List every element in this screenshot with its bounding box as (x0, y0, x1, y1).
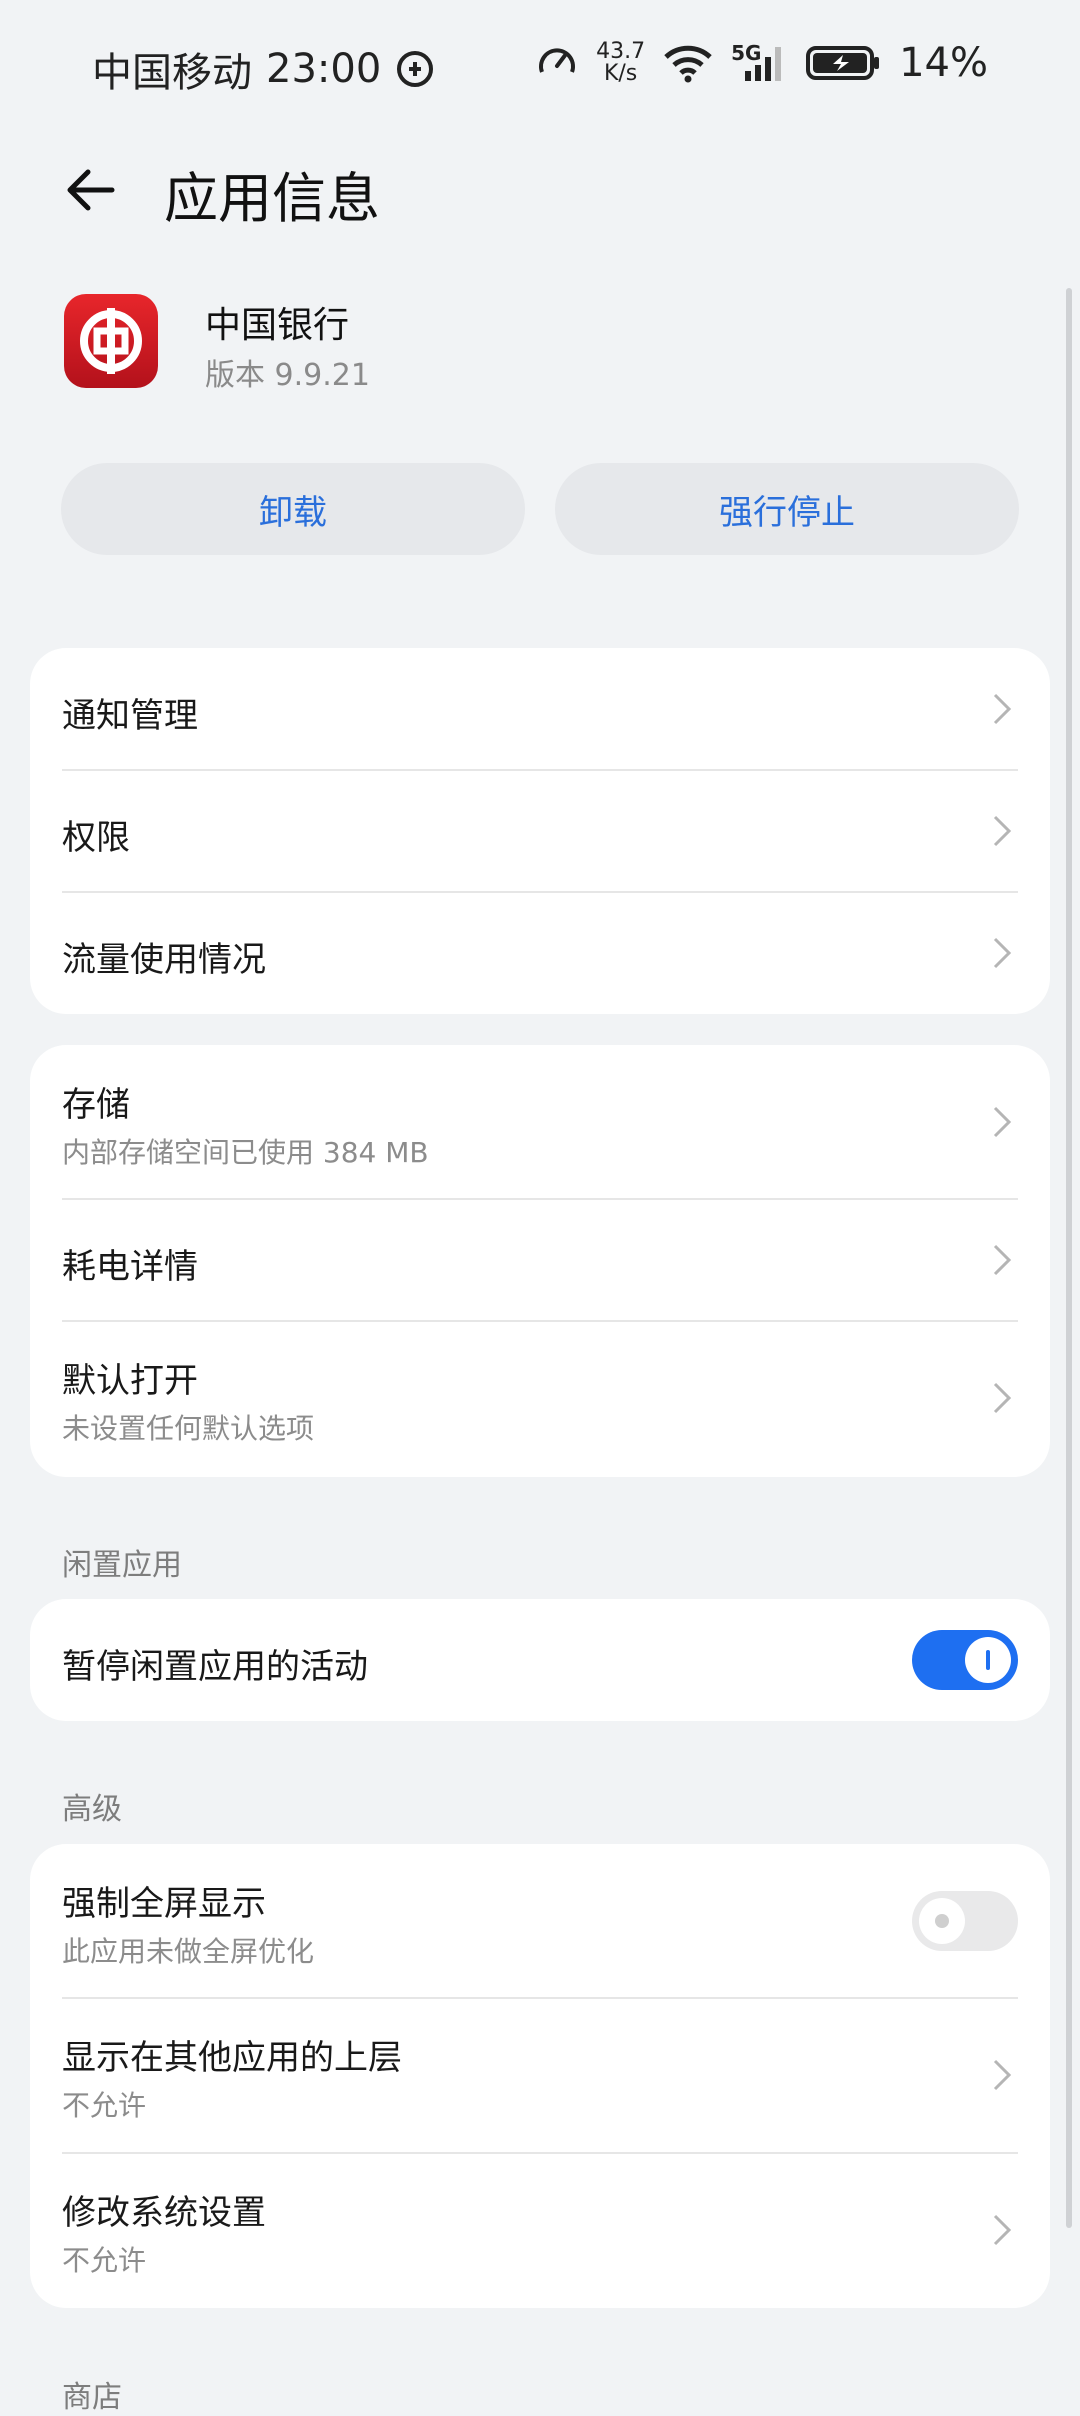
item-title: 耗电详情 (62, 1247, 198, 1287)
settings-group-1: 通知管理 权限 流量使用情况 (30, 648, 1050, 1014)
item-title: 流量使用情况 (62, 940, 266, 980)
section-label-idle: 闲置应用 (62, 1548, 182, 1583)
advanced-group: 强制全屏显示 此应用未做全屏优化 显示在其他应用的上层 不允许 修改系统设置 不… (30, 1844, 1050, 2308)
bank-logo-icon (80, 308, 142, 374)
item-title: 默认打开 (62, 1361, 198, 1401)
item-title: 通知管理 (62, 696, 198, 736)
force-fullscreen-toggle[interactable] (912, 1891, 1018, 1951)
scrollbar[interactable] (1066, 288, 1072, 2228)
item-title: 强制全屏显示 (62, 1884, 266, 1924)
chevron-right-icon (993, 2214, 1012, 2246)
permissions-item[interactable]: 权限 (62, 770, 1018, 892)
app-bar: 应用信息 (0, 140, 1080, 240)
wifi-icon (664, 45, 712, 83)
data-usage-item[interactable]: 流量使用情况 (62, 892, 1018, 1014)
app-version: 版本 9.9.21 (205, 358, 370, 393)
display-over-other-apps-item[interactable]: 显示在其他应用的上层 不允许 (62, 1998, 1018, 2153)
idle-group: 暂停闲置应用的活动 (30, 1599, 1050, 1721)
signal-bars-icon (745, 47, 782, 81)
item-title: 存储 (62, 1085, 130, 1125)
item-subtitle: 未设置任何默认选项 (62, 1412, 315, 1445)
item-title: 修改系统设置 (62, 2193, 266, 2233)
open-by-default-item[interactable]: 默认打开 未设置任何默认选项 (62, 1321, 1018, 1477)
toggle-knob (919, 1898, 965, 1944)
notification-management-item[interactable]: 通知管理 (62, 648, 1018, 770)
battery-percent: 14% (899, 40, 988, 86)
force-stop-button[interactable]: 强行停止 (555, 463, 1019, 555)
chevron-right-icon (993, 1106, 1012, 1138)
item-subtitle: 内部存储空间已使用 384 MB (62, 1136, 429, 1169)
chevron-right-icon (993, 2059, 1012, 2091)
app-name: 中国银行 (205, 305, 350, 346)
item-subtitle: 不允许 (62, 2089, 147, 2122)
page-title: 应用信息 (164, 167, 380, 230)
data-saver-icon (397, 51, 434, 87)
toggle-knob (965, 1637, 1011, 1683)
item-title: 暂停闲置应用的活动 (62, 1647, 368, 1687)
back-arrow-icon[interactable] (62, 162, 118, 218)
net-speed: 43.7 K/s (596, 39, 646, 86)
battery-icon (806, 46, 880, 80)
pause-idle-activity-item[interactable]: 暂停闲置应用的活动 (62, 1599, 1050, 1721)
section-label-store: 商店 (62, 2380, 122, 2415)
item-subtitle: 不允许 (62, 2244, 147, 2277)
chevron-right-icon (993, 693, 1012, 725)
status-bar: 中国移动 23:00 43.7 K/s 5G 14% (0, 0, 1080, 136)
chevron-right-icon (993, 937, 1012, 969)
item-title: 权限 (62, 818, 130, 858)
force-fullscreen-item[interactable]: 强制全屏显示 此应用未做全屏优化 (62, 1844, 1018, 1998)
battery-details-item[interactable]: 耗电详情 (62, 1199, 1018, 1321)
modify-system-settings-item[interactable]: 修改系统设置 不允许 (62, 2153, 1018, 2308)
chevron-right-icon (993, 1382, 1012, 1414)
section-label-advanced: 高级 (62, 1792, 122, 1827)
clock: 23:00 (266, 46, 382, 92)
item-title: 显示在其他应用的上层 (62, 2038, 402, 2078)
uninstall-button[interactable]: 卸载 (61, 463, 525, 555)
chevron-right-icon (993, 815, 1012, 847)
storage-item[interactable]: 存储 内部存储空间已使用 384 MB (62, 1045, 1018, 1199)
app-icon (64, 294, 158, 388)
item-subtitle: 此应用未做全屏优化 (62, 1935, 315, 1968)
chevron-right-icon (993, 1244, 1012, 1276)
carrier-label: 中国移动 (92, 50, 252, 96)
speedometer-icon (539, 48, 576, 73)
pause-idle-toggle[interactable] (912, 1630, 1018, 1690)
signal-indicator: 5G (731, 41, 787, 83)
settings-group-2: 存储 内部存储空间已使用 384 MB 耗电详情 默认打开 未设置任何默认选项 (30, 1045, 1050, 1477)
